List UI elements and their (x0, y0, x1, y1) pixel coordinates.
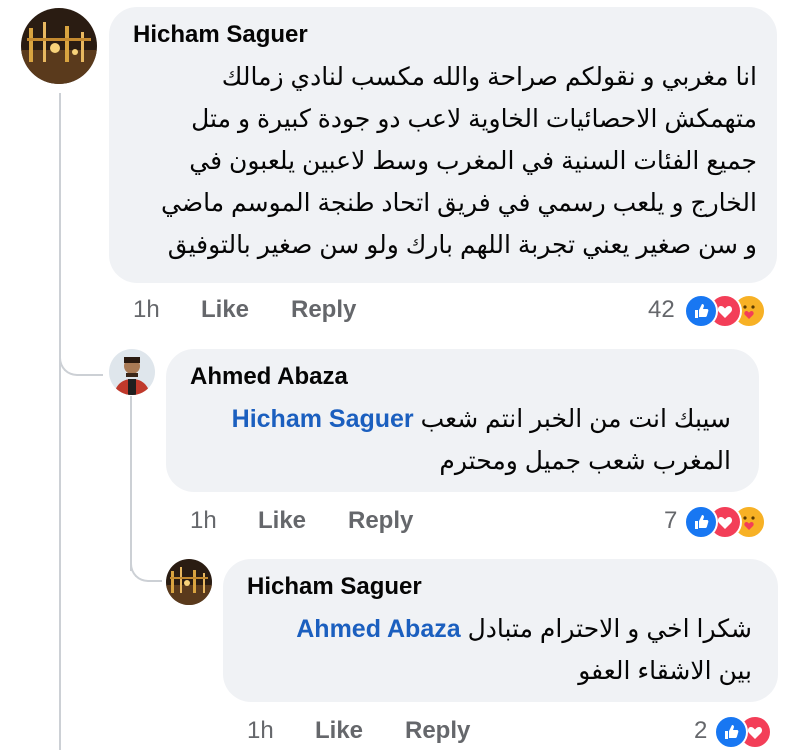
like-icon (714, 715, 748, 749)
mention-link[interactable]: Hicham Saguer (232, 405, 414, 433)
reaction-summary[interactable]: 7 (664, 505, 778, 539)
avatar[interactable] (21, 8, 97, 84)
like-button[interactable]: Like (201, 296, 249, 324)
comment-line: بين الاشقاء العفو (578, 657, 752, 685)
timestamp[interactable]: 1h (190, 507, 217, 535)
comment-line: المغرب شعب جميل ومحترم (439, 447, 731, 475)
reaction-summary[interactable]: 2 (694, 715, 784, 749)
comment-text-part: شكرا اخي و الاحترام متبادل (467, 615, 752, 643)
comment-author[interactable]: Hicham Saguer (247, 573, 422, 601)
comment-line: شكرا اخي و الاحترام متبادل Ahmed Abaza (296, 608, 752, 650)
comment-line: انا مغربي و نقولكم صراحة والله مكسب لناد… (221, 63, 757, 91)
comment-line: الخارج و يلعب رسمي في فريق اتحاد طنجة ال… (161, 189, 757, 217)
comment-line: متهمكش الاحصائيات الخاوية لاعب دو جودة ك… (191, 105, 757, 133)
reply-button[interactable]: Reply (291, 296, 356, 324)
reaction-summary[interactable]: 42 (648, 294, 778, 328)
reaction-count: 42 (648, 296, 675, 323)
comment-text: شكرا اخي و الاحترام متبادل Ahmed Abaza ب… (296, 608, 752, 692)
comment-text: سيبك انت من الخبر انتم شعب Hicham Saguer… (232, 398, 731, 482)
like-icon (684, 294, 718, 328)
comment-line: جميع الفئات السنية في المغرب وسط لاعبين … (189, 147, 757, 175)
like-button[interactable]: Like (315, 717, 363, 745)
avatar[interactable] (166, 559, 212, 605)
thread-line-branch-2 (130, 546, 162, 582)
timestamp[interactable]: 1h (133, 296, 160, 324)
comment-text: انا مغربي و نقولكم صراحة والله مكسب لناد… (161, 56, 757, 266)
comment-line: سيبك انت من الخبر انتم شعب Hicham Saguer (232, 398, 731, 440)
comment-author[interactable]: Ahmed Abaza (190, 363, 348, 391)
reaction-count: 7 (664, 507, 678, 534)
like-icon (684, 505, 718, 539)
thread-line-branch-1 (59, 340, 103, 376)
reply-button[interactable]: Reply (348, 507, 413, 535)
comment-author[interactable]: Hicham Saguer (133, 21, 308, 49)
thread-line-main (59, 93, 61, 750)
mention-link[interactable]: Ahmed Abaza (296, 615, 460, 643)
thread-line-sub (130, 396, 132, 571)
reply-button[interactable]: Reply (405, 717, 470, 745)
avatar[interactable] (109, 349, 155, 395)
reaction-count: 2 (694, 717, 708, 744)
comment-line: و سن صغير يعني تجربة اللهم بارك ولو سن ص… (167, 231, 757, 259)
comment-text-part: سيبك انت من الخبر انتم شعب (420, 405, 731, 433)
timestamp[interactable]: 1h (247, 717, 274, 745)
like-button[interactable]: Like (258, 507, 306, 535)
